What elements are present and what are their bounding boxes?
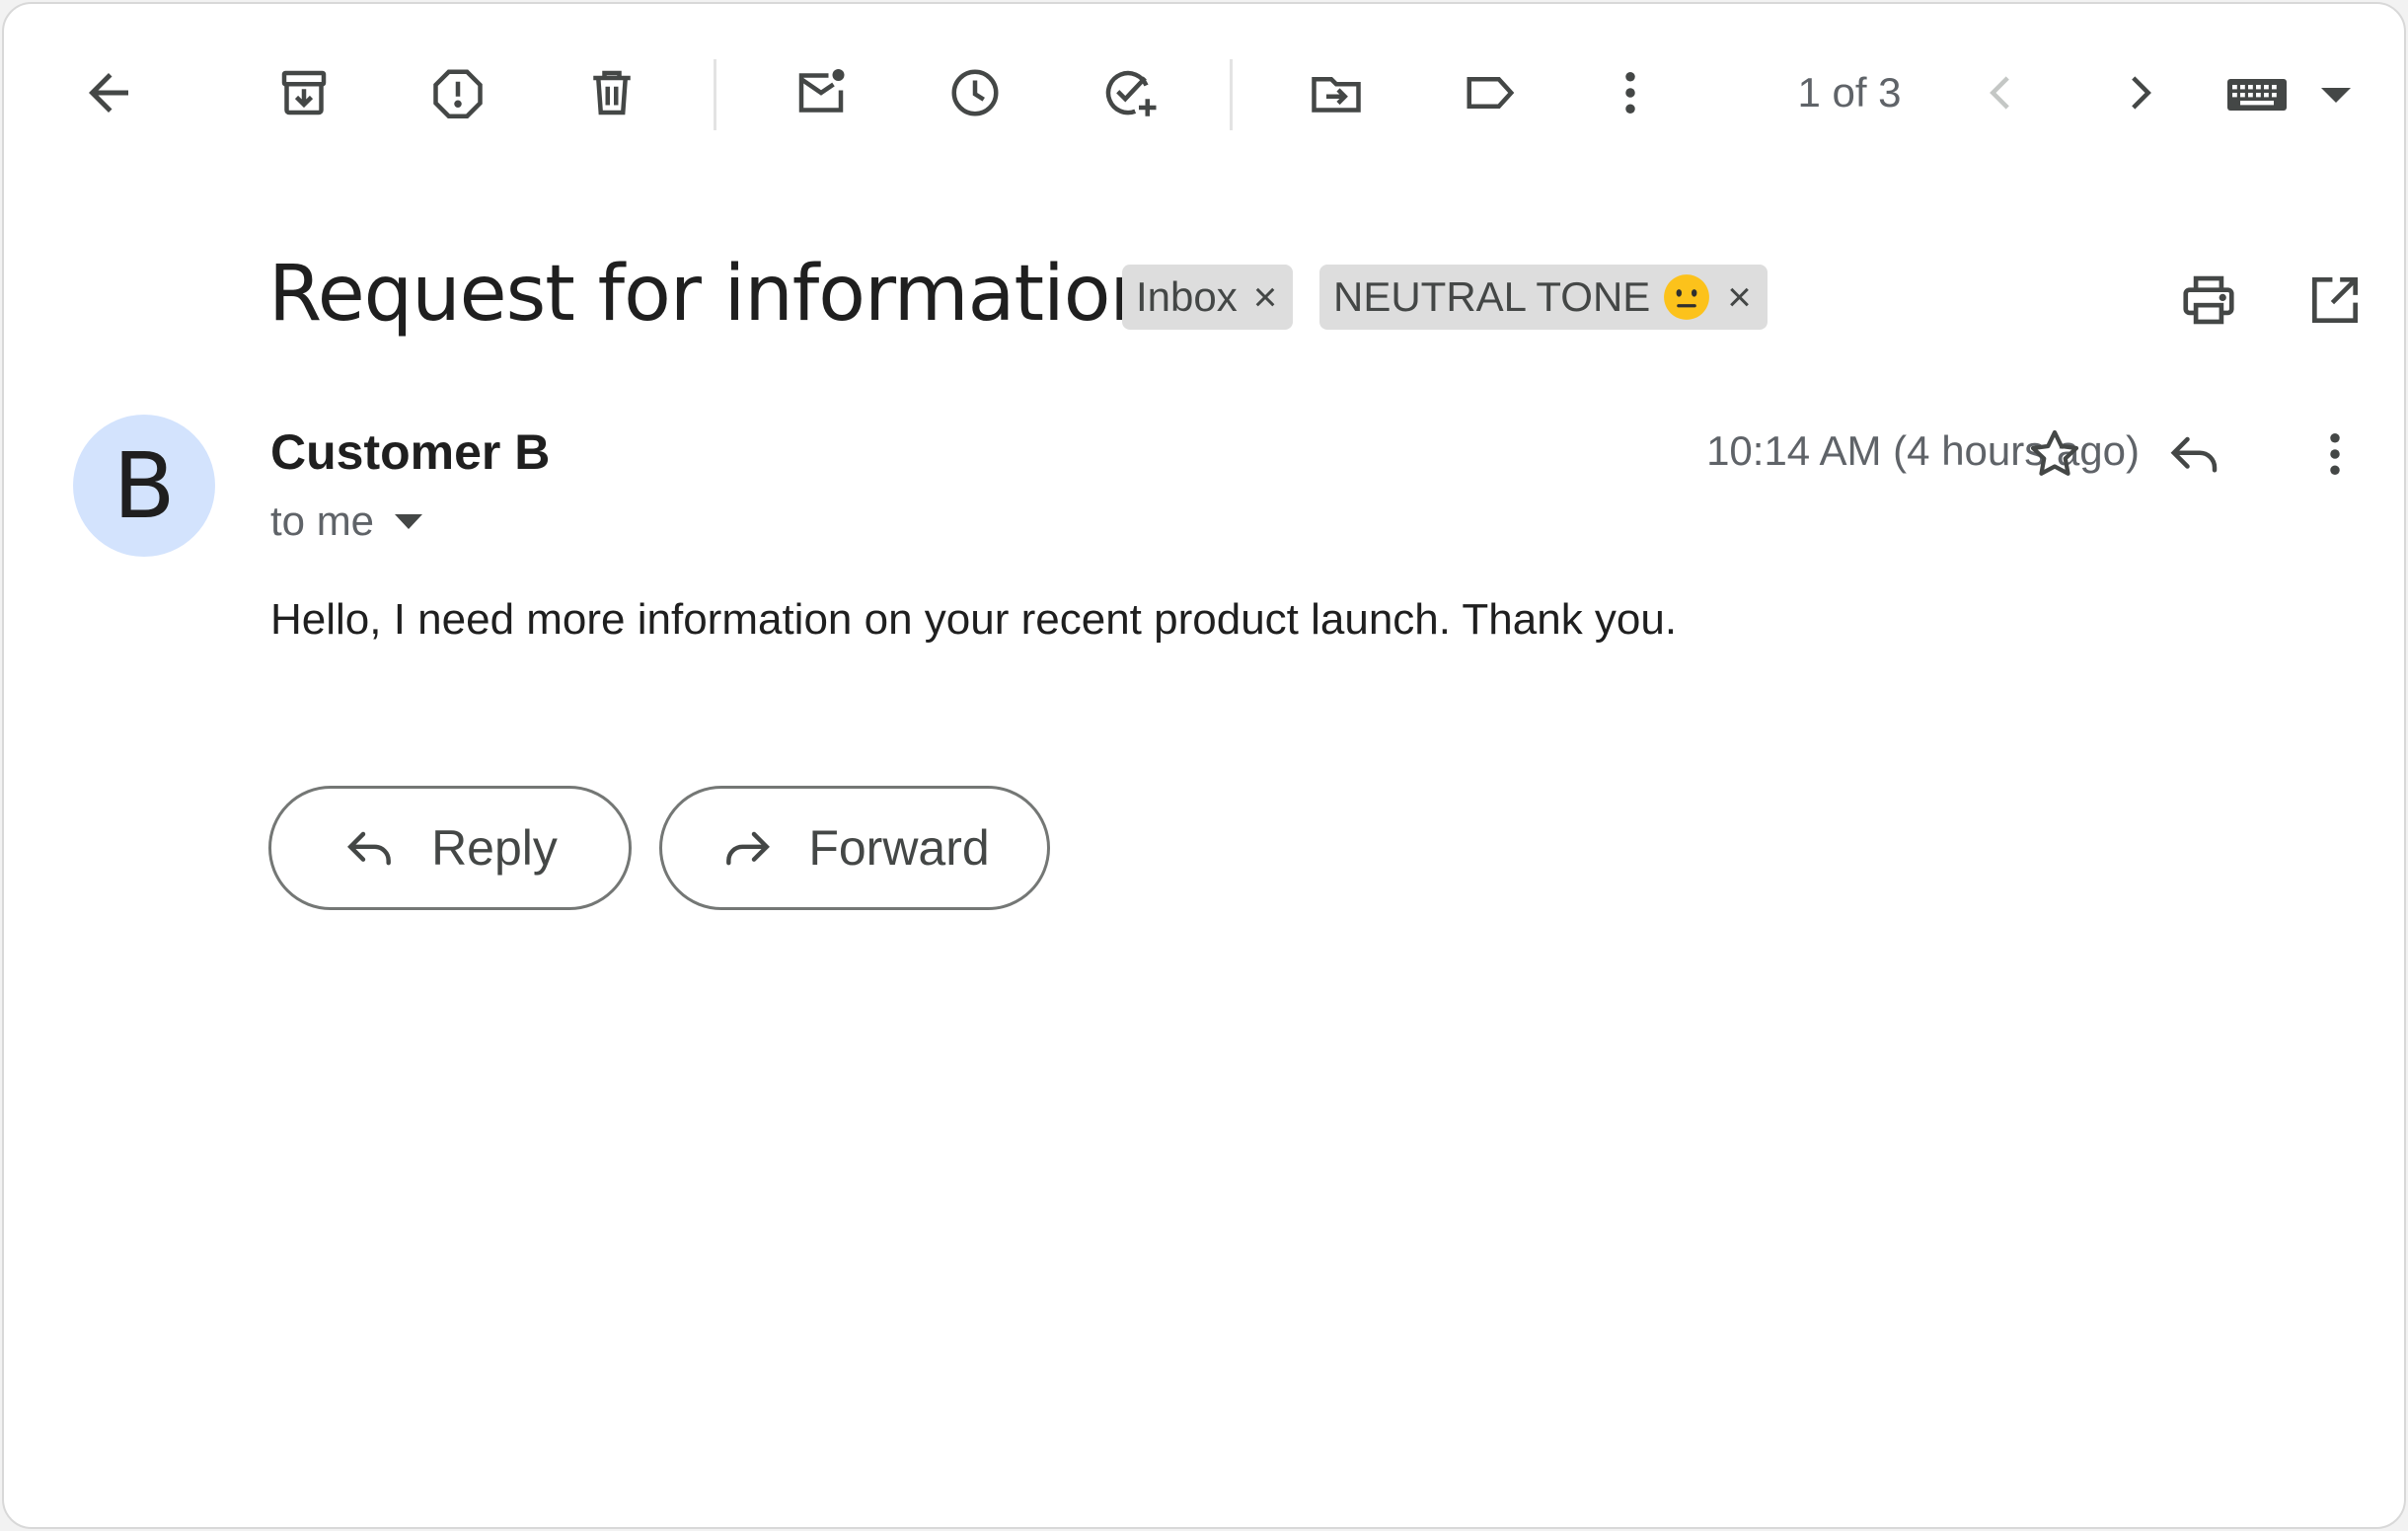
email-body: Hello, I need more information on your r… <box>270 595 1678 644</box>
more-vert-icon[interactable] <box>2297 417 2372 492</box>
email-subject: Request for information <box>268 250 1159 339</box>
label-icon[interactable] <box>1453 55 1528 130</box>
keyboard-selector[interactable] <box>2226 63 2365 126</box>
pager-count: 1 of 3 <box>1797 69 1902 115</box>
chevron-down-icon <box>395 514 423 529</box>
email-window: 1 of 3 Request for information Inbox × N… <box>2 2 2406 1529</box>
reply-icon <box>347 831 391 866</box>
snooze-icon[interactable] <box>938 55 1013 130</box>
print-icon[interactable] <box>2171 263 2246 338</box>
reply-icon[interactable] <box>2157 417 2232 492</box>
recipient-details-toggle[interactable]: to me <box>270 494 423 549</box>
label-chip-text: Inbox <box>1136 273 1238 320</box>
close-icon: × <box>1252 273 1278 320</box>
delete-icon[interactable] <box>574 55 649 130</box>
reply-button-label: Reply <box>431 820 558 876</box>
open-in-new-window-icon[interactable] <box>2297 263 2372 338</box>
label-chip-neutral-tone[interactable]: NEUTRAL TONE × <box>1319 265 1768 330</box>
add-to-tasks-icon[interactable] <box>1091 55 1166 130</box>
back-arrow-icon[interactable] <box>71 55 146 130</box>
forward-button-label: Forward <box>808 820 990 876</box>
toolbar: 1 of 3 <box>4 4 2404 186</box>
archive-icon[interactable] <box>266 55 341 130</box>
keyboard-icon <box>2227 79 2287 111</box>
report-spam-icon[interactable] <box>420 55 495 130</box>
label-chip-inbox[interactable]: Inbox × <box>1122 265 1294 330</box>
move-to-icon[interactable] <box>1299 55 1374 130</box>
remove-label-inbox-button[interactable]: × <box>1253 273 1278 321</box>
neutral-face-emoji-icon <box>1662 272 1711 322</box>
forward-icon <box>726 831 771 866</box>
chevron-right-icon[interactable] <box>2102 55 2177 130</box>
reply-button[interactable]: Reply <box>268 786 632 910</box>
avatar[interactable]: B <box>73 415 215 557</box>
chevron-down-icon <box>2321 88 2351 103</box>
recipient-text: to me <box>270 498 375 544</box>
label-chip-text: NEUTRAL TONE <box>1333 273 1651 320</box>
mark-unread-icon[interactable] <box>784 55 859 130</box>
chevron-left-icon[interactable] <box>1964 55 2039 130</box>
more-vert-icon[interactable] <box>1593 55 1668 130</box>
toolbar-divider <box>1230 59 1233 130</box>
remove-label-neutral-tone-button[interactable]: × <box>1727 273 1752 321</box>
forward-button[interactable]: Forward <box>659 786 1050 910</box>
sender-name: Customer B <box>270 424 551 480</box>
close-icon: × <box>1727 273 1752 320</box>
toolbar-divider <box>714 59 716 130</box>
star-icon[interactable] <box>2017 417 2092 492</box>
